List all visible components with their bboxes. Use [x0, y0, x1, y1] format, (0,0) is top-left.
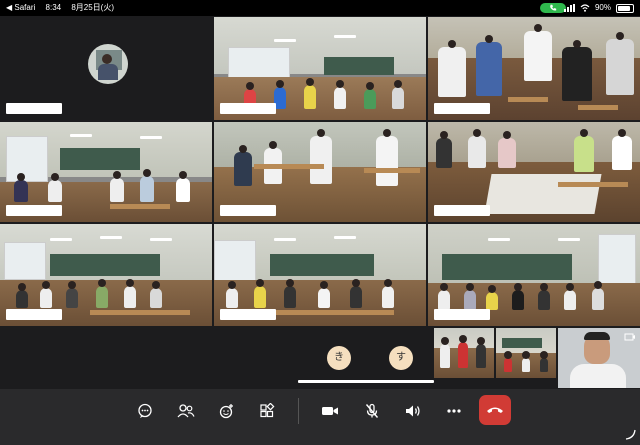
status-date: 8月25日(火): [71, 3, 115, 12]
reactions-icon: [219, 404, 233, 419]
participants-button[interactable]: [173, 400, 199, 422]
camera-button[interactable]: [317, 400, 343, 422]
status-bar: ◀ Safari 8:34 8月25日(火) 90%: [0, 0, 640, 16]
video-tile-8[interactable]: [214, 224, 426, 326]
teacher-video-tile[interactable]: [558, 328, 640, 388]
teacher-shirt: [570, 364, 626, 388]
phone-icon: [550, 4, 557, 11]
video-tile-4[interactable]: [0, 122, 212, 222]
video-tile-6[interactable]: [428, 122, 640, 222]
participant-name-label: [434, 103, 490, 114]
camera-icon: [322, 407, 338, 415]
participant-name-label: [220, 309, 276, 320]
video-tile-3[interactable]: [428, 17, 640, 120]
video-tile-2[interactable]: [214, 17, 426, 120]
resize-handle-icon[interactable]: [624, 428, 636, 440]
apps-button[interactable]: [254, 400, 280, 422]
participant-initial: す: [396, 352, 406, 363]
video-tile-1[interactable]: [0, 17, 212, 120]
reactions-button[interactable]: [214, 400, 240, 422]
apps-icon: [260, 403, 275, 418]
cellular-signal-icon: [563, 4, 575, 12]
participant-name-label: [434, 205, 490, 216]
video-tile-11[interactable]: [496, 328, 556, 378]
participant-avatar: [88, 44, 128, 84]
mic-muted-icon: [365, 403, 379, 418]
participants-icon: [177, 404, 195, 418]
participant-bubble[interactable]: す: [389, 346, 413, 370]
active-call-indicator[interactable]: [540, 3, 566, 13]
participant-name-label: [220, 205, 276, 216]
battery-icon: [616, 3, 634, 13]
more-icon: [447, 409, 461, 413]
speaker-icon: [406, 405, 420, 417]
chat-icon: [138, 403, 152, 418]
participant-name-label: [6, 205, 62, 216]
more-button[interactable]: [441, 400, 467, 422]
wifi-icon: [580, 4, 590, 12]
status-time: 8:34: [45, 3, 62, 12]
status-left: ◀ Safari 8:34 8月25日(火): [6, 0, 122, 16]
teacher-hair: [584, 332, 610, 340]
participant-bubble[interactable]: き: [327, 346, 351, 370]
mute-button[interactable]: [359, 400, 385, 422]
back-to-safari-link[interactable]: ◀ Safari: [6, 3, 35, 12]
participant-initial: き: [334, 352, 344, 363]
red-line-divider: [298, 380, 434, 383]
video-tile-9[interactable]: [428, 224, 640, 326]
participant-name-label: [6, 309, 62, 320]
chat-button[interactable]: [132, 400, 158, 422]
toolbar-separator: [298, 398, 299, 424]
participant-name-label: [434, 309, 490, 320]
end-call-icon: [487, 407, 503, 413]
video-tile-7[interactable]: [0, 224, 212, 326]
switch-camera-icon[interactable]: [624, 332, 636, 342]
video-tile-10[interactable]: [434, 328, 494, 378]
speaker-button[interactable]: [400, 400, 426, 422]
participant-name-label: [220, 103, 276, 114]
participant-name-label: [6, 103, 62, 114]
battery-percent: 90%: [594, 3, 611, 12]
status-right: 90%: [563, 0, 634, 16]
end-call-button[interactable]: [479, 395, 511, 425]
video-tile-5[interactable]: [214, 122, 426, 222]
